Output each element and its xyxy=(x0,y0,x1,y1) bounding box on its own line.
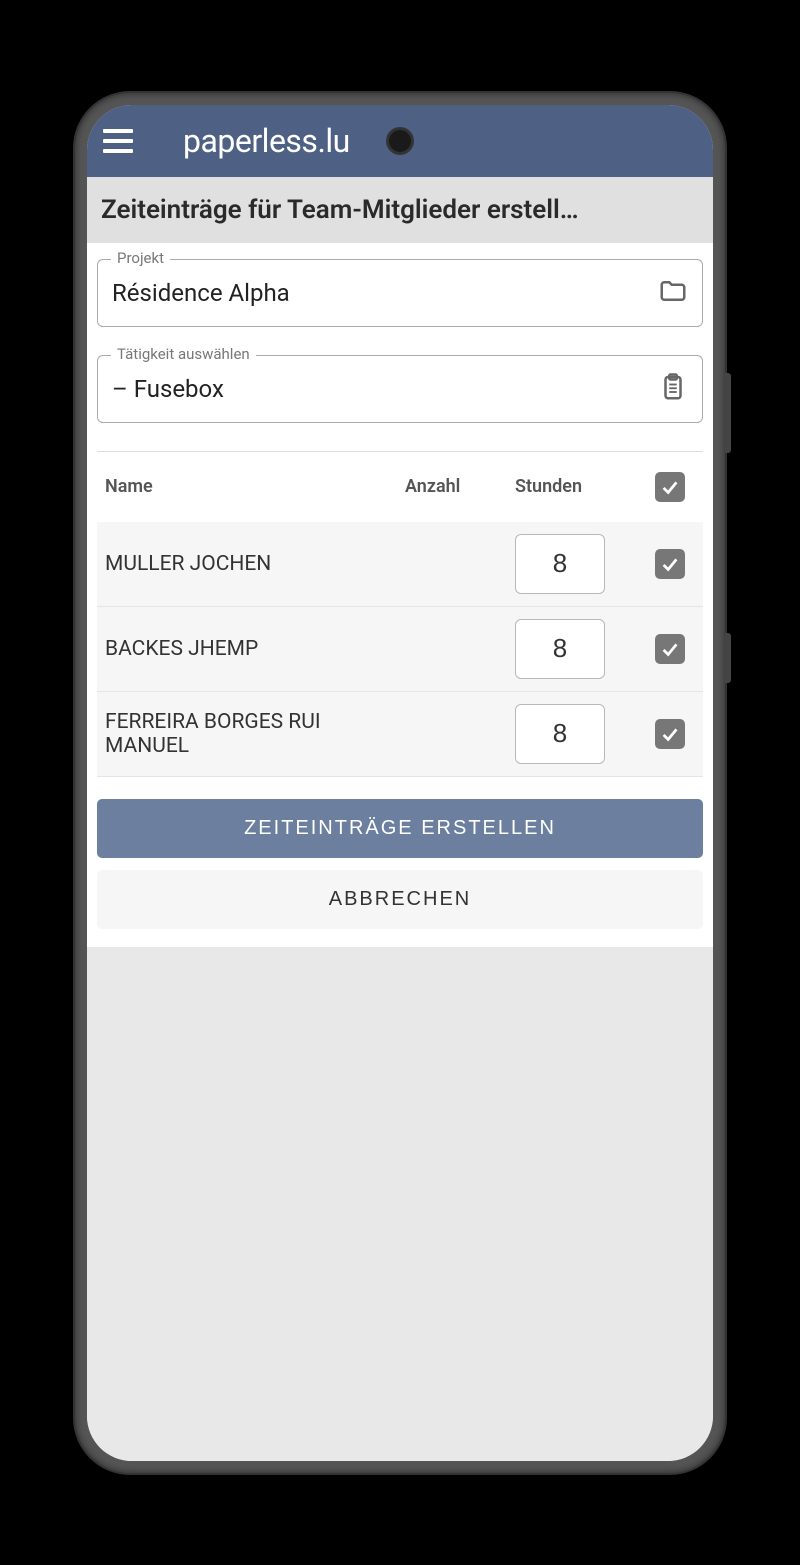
phone-screen: paperless.lu Zeiteinträge für Team-Mitgl… xyxy=(87,105,713,1461)
page-title: Zeiteinträge für Team-Mitglieder erstell… xyxy=(101,195,699,225)
col-stunden: Stunden xyxy=(515,476,645,497)
table-row: BACKES JHEMP xyxy=(97,607,703,692)
create-entries-button[interactable]: ZEITEINTRÄGE ERSTELLEN xyxy=(97,799,703,858)
table-row: FERREIRA BORGES RUI MANUEL xyxy=(97,692,703,777)
col-anzahl: Anzahl xyxy=(405,476,515,497)
row-checkbox[interactable] xyxy=(655,634,685,664)
table-header: Name Anzahl Stunden xyxy=(97,452,703,522)
table-row: MULLER JOCHEN xyxy=(97,522,703,607)
hours-input[interactable] xyxy=(515,619,605,679)
project-field[interactable]: Projekt Résidence Alpha xyxy=(97,259,703,327)
clipboard-icon xyxy=(658,372,688,406)
content-area: Projekt Résidence Alpha Tätigkeit auswäh… xyxy=(87,243,713,947)
hours-input[interactable] xyxy=(515,704,605,764)
empty-area xyxy=(87,947,713,1461)
menu-icon[interactable] xyxy=(103,129,133,153)
phone-side-button xyxy=(725,633,731,683)
activity-label: Tätigkeit auswählen xyxy=(111,345,256,363)
phone-frame: paperless.lu Zeiteinträge für Team-Mitgl… xyxy=(75,93,725,1473)
activity-field[interactable]: Tätigkeit auswählen – Fusebox xyxy=(97,355,703,423)
app-title: paperless.lu xyxy=(183,122,350,160)
member-name: BACKES JHEMP xyxy=(105,637,405,661)
member-name: FERREIRA BORGES RUI MANUEL xyxy=(105,710,405,758)
select-all-checkbox[interactable] xyxy=(655,472,685,502)
activity-value: – Fusebox xyxy=(112,375,224,403)
row-checkbox[interactable] xyxy=(655,549,685,579)
hours-input[interactable] xyxy=(515,534,605,594)
cancel-button[interactable]: ABBRECHEN xyxy=(97,870,703,929)
page-title-bar: Zeiteinträge für Team-Mitglieder erstell… xyxy=(87,177,713,243)
phone-side-button xyxy=(725,373,731,453)
col-name: Name xyxy=(105,476,405,497)
row-checkbox[interactable] xyxy=(655,719,685,749)
camera-cutout xyxy=(386,127,414,155)
project-value: Résidence Alpha xyxy=(112,279,290,307)
member-name: MULLER JOCHEN xyxy=(105,552,405,576)
folder-icon xyxy=(658,276,688,310)
button-row: ZEITEINTRÄGE ERSTELLEN ABBRECHEN xyxy=(97,777,703,947)
project-label: Projekt xyxy=(111,249,170,267)
